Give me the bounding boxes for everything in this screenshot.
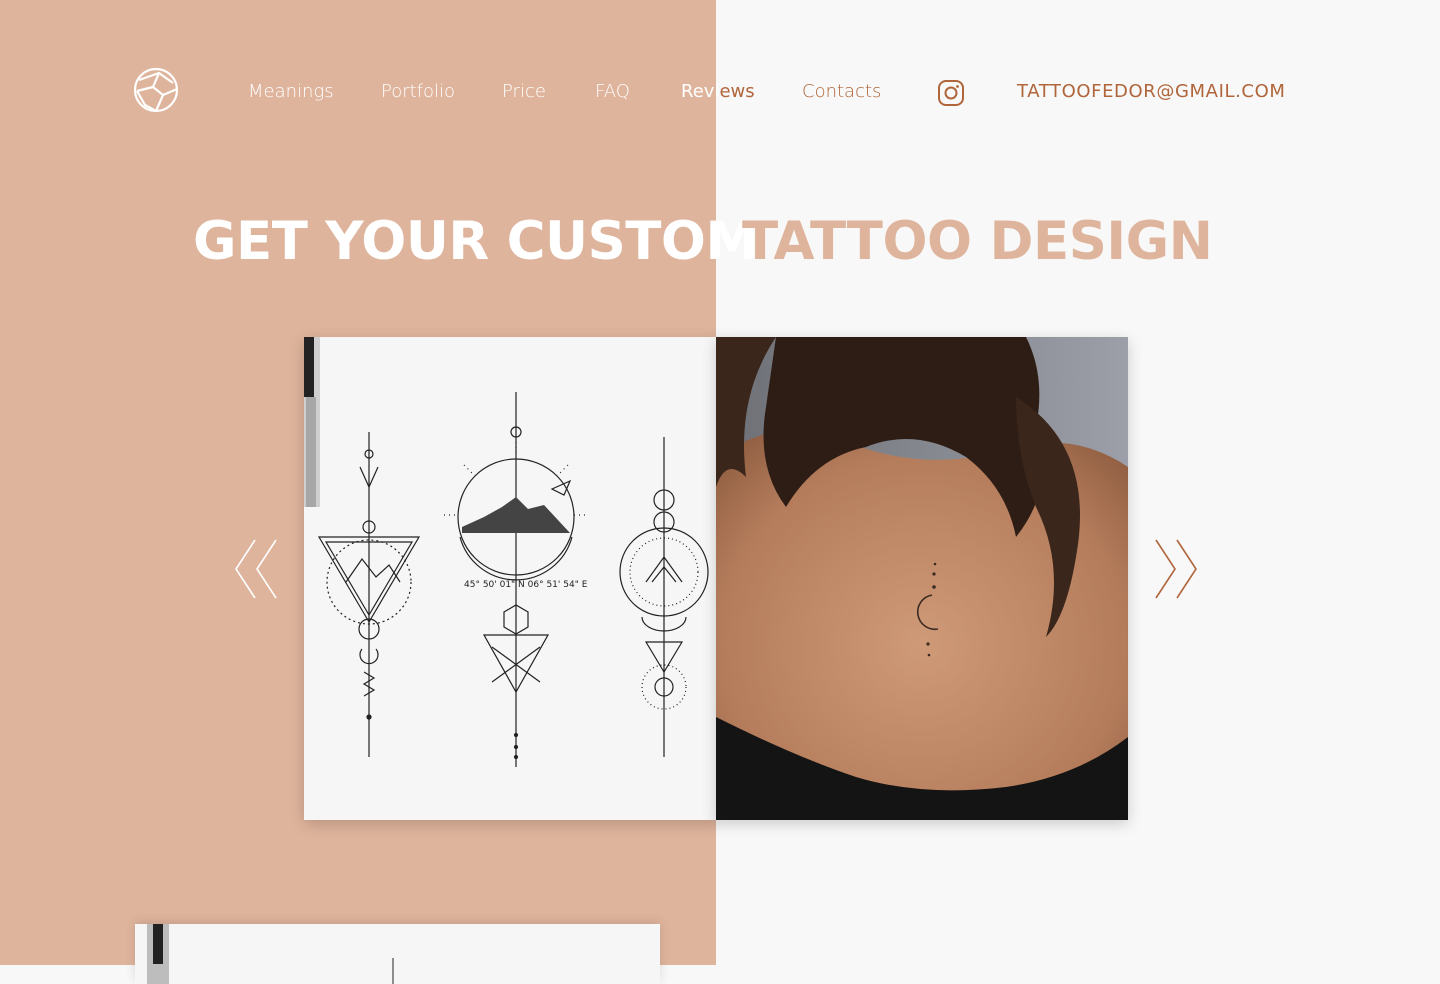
- slide-sketches[interactable]: 45° 50' 01" N 06° 51' 54" E: [304, 337, 716, 820]
- nav-faq[interactable]: FAQ: [595, 80, 630, 104]
- nav-portfolio[interactable]: Portfolio: [381, 80, 455, 104]
- nav-reviews-part-a: Revi: [681, 81, 720, 102]
- nav-contacts[interactable]: Contacts: [802, 80, 881, 104]
- geometric-tattoo-sketches-image: 45° 50' 01" N 06° 51' 54" E: [304, 337, 716, 820]
- nav-reviews-part-b: ews: [719, 81, 755, 102]
- email-link[interactable]: TATTOOFEDOR@GMAIL.COM: [1017, 80, 1286, 104]
- portfolio-preview-card[interactable]: [135, 924, 660, 984]
- sphere-logo-icon[interactable]: [133, 67, 179, 113]
- sketch-coordinates-label: 45° 50' 01" N 06° 51' 54" E: [464, 580, 588, 590]
- moon-back-tattoo-photo: [716, 337, 1128, 820]
- nav-price[interactable]: Price: [502, 80, 546, 104]
- double-chevron-right-icon[interactable]: [1153, 538, 1199, 600]
- sketch-preview-image: [135, 924, 660, 984]
- nav-meanings[interactable]: Meanings: [248, 80, 334, 104]
- nav-reviews[interactable]: Reviews: [681, 80, 755, 104]
- slide-back-tattoo[interactable]: [716, 337, 1128, 820]
- hero-title-part2: TATTOO DESIGN: [742, 211, 1213, 272]
- instagram-icon[interactable]: [937, 79, 965, 107]
- double-chevron-left-icon[interactable]: [233, 538, 279, 600]
- hero-title-part1: GET YOUR CUSTOM: [193, 211, 758, 272]
